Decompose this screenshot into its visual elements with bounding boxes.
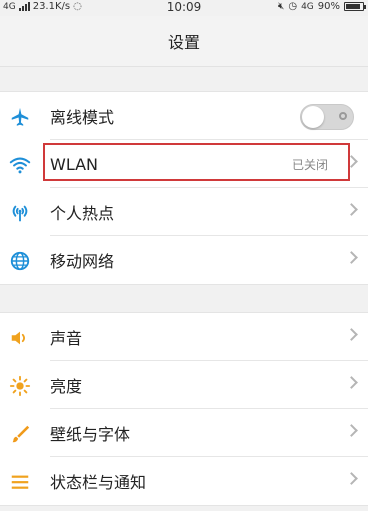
settings-item-wlan[interactable]: WLAN 已关闭 [0,140,368,188]
hotspot-icon [9,202,31,224]
airplane-icon [9,106,31,128]
settings-group-display: 声音 亮度 壁纸与字体 状态栏与通知 [0,312,368,506]
battery-icon [344,2,366,11]
speaker-icon [9,327,31,349]
network-type-2: 4G [301,1,314,12]
toggle-off-indicator [339,112,347,120]
page-title-bar: 设置 [0,16,368,67]
chevron-right-icon [345,472,358,485]
chevron-right-icon [345,424,358,437]
settings-item-statusbar-notifications[interactable]: 状态栏与通知 [0,457,368,505]
airplane-mode-toggle[interactable] [300,104,354,130]
settings-item-brightness[interactable]: 亮度 [0,361,368,409]
toggle-knob [302,106,324,128]
alarm-icon: ◷ [288,1,298,12]
settings-item-label: 状态栏与通知 [50,473,147,492]
wifi-icon [9,154,31,176]
settings-item-hotspot[interactable]: 个人热点 [0,188,368,236]
chevron-right-icon [345,251,358,264]
mute-icon: 🔇︎ [278,1,285,12]
wlan-status-value: 已关闭 [291,157,328,172]
settings-item-label: 离线模式 [50,108,115,127]
settings-item-mobile-network[interactable]: 移动网络 [0,236,368,284]
globe-icon [9,250,31,272]
settings-group-network: 离线模式 WLAN 已关闭 个人热点 移动网络 [0,91,368,285]
status-bar: 4G 23.1K/s ◌ 10:09 🔇︎ ◷ 4G 90% [0,0,368,16]
page-title: 设置 [167,33,200,52]
settings-item-label: 亮度 [50,377,83,396]
settings-item-label: 个人热点 [50,204,115,223]
chevron-right-icon [345,155,358,168]
settings-item-label: 壁纸与字体 [50,425,131,444]
settings-item-label: 声音 [50,329,83,348]
settings-item-wallpaper-font[interactable]: 壁纸与字体 [0,409,368,457]
chevron-right-icon [345,328,358,341]
settings-item-label: 移动网络 [50,252,115,271]
chevron-right-icon [345,203,358,216]
settings-item-airplane[interactable]: 离线模式 [0,92,368,140]
menu-icon [9,471,31,493]
chevron-right-icon [345,376,358,389]
battery-percent: 90% [317,1,340,12]
settings-item-sound[interactable]: 声音 [0,313,368,361]
settings-item-label: WLAN [50,154,99,174]
brightness-icon [9,375,31,397]
brush-icon [9,423,31,445]
